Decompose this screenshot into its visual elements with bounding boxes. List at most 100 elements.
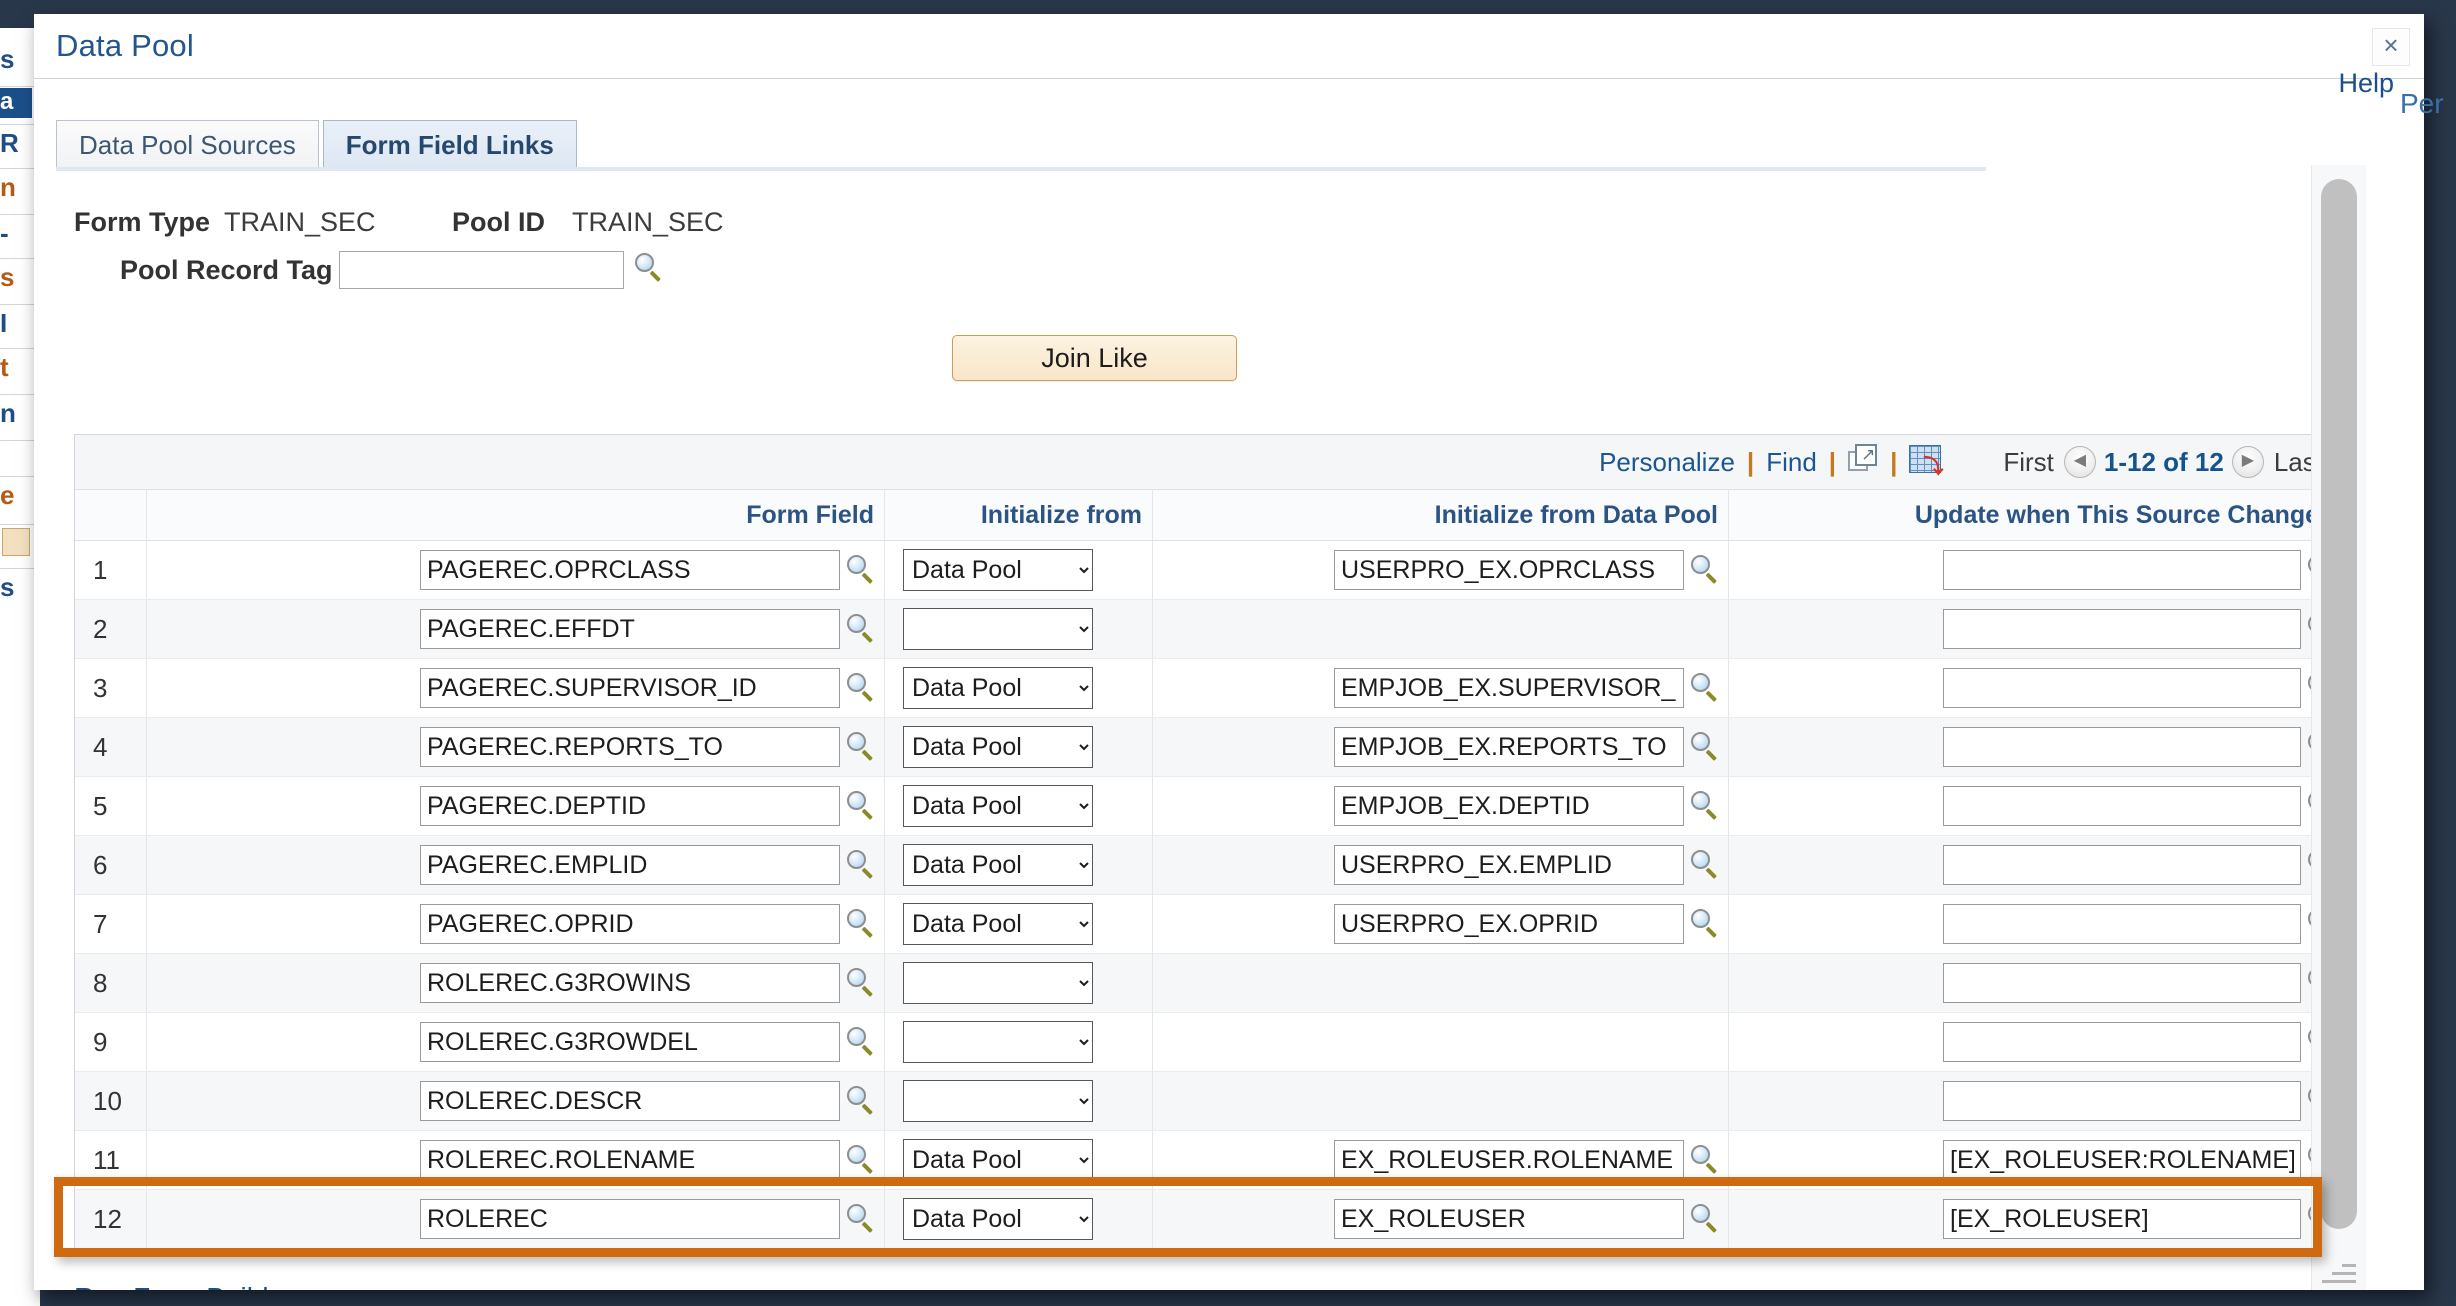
form-field-lookup-icon[interactable] xyxy=(846,732,876,762)
initialize-from-select[interactable]: Data Pool xyxy=(903,962,1093,1004)
initialize-from-data-pool-input[interactable] xyxy=(1334,727,1684,767)
initialize-from-data-pool-input[interactable] xyxy=(1334,1140,1684,1180)
form-field-lookup-icon[interactable] xyxy=(846,1204,876,1234)
column-header-form-field[interactable]: Form Field xyxy=(147,490,885,540)
run-form-build-link[interactable]: Run Form Build xyxy=(74,1282,269,1290)
modal-vertical-scrollbar[interactable] xyxy=(2311,165,2366,1290)
form-field-input[interactable] xyxy=(420,1022,840,1062)
form-field-input[interactable] xyxy=(420,609,840,649)
form-field-input[interactable] xyxy=(420,668,840,708)
table-row: 8 Data Pool xyxy=(75,954,2343,1013)
update-when-source-changes-input[interactable] xyxy=(1943,1081,2301,1121)
update-when-source-changes-input[interactable] xyxy=(1943,1022,2301,1062)
form-field-lookup-icon[interactable] xyxy=(846,1086,876,1116)
row-number: 5 xyxy=(75,777,147,835)
table-row: 1 Data Pool xyxy=(75,541,2343,600)
initialize-from-select[interactable]: Data Pool xyxy=(903,1198,1093,1240)
column-header-initialize-from[interactable]: Initialize from xyxy=(885,490,1153,540)
initialize-from-select[interactable]: Data Pool xyxy=(903,1021,1093,1063)
initialize-from-select[interactable]: Data Pool xyxy=(903,1139,1093,1181)
form-field-input[interactable] xyxy=(420,845,840,885)
initialize-from-data-pool-input[interactable] xyxy=(1334,550,1684,590)
download-to-spreadsheet-icon[interactable]: ⤵ xyxy=(1909,444,1943,480)
initialize-from-data-pool-lookup-icon[interactable] xyxy=(1690,909,1720,939)
expand-view-all-icon[interactable]: ↗ xyxy=(1848,443,1878,481)
tab-data-pool-sources[interactable]: Data Pool Sources xyxy=(56,120,319,169)
form-field-input[interactable] xyxy=(420,786,840,826)
initialize-from-data-pool-input[interactable] xyxy=(1334,668,1684,708)
update-when-source-changes-input[interactable] xyxy=(1943,550,2301,590)
initialize-from-select[interactable]: Data Pool xyxy=(903,549,1093,591)
update-when-source-changes-input[interactable] xyxy=(1943,1199,2301,1239)
update-when-source-changes-input[interactable] xyxy=(1943,904,2301,944)
initialize-from-select[interactable]: Data Pool xyxy=(903,667,1093,709)
form-field-input[interactable] xyxy=(420,1081,840,1121)
initialize-from-data-pool-input[interactable] xyxy=(1334,1199,1684,1239)
form-field-input[interactable] xyxy=(420,1199,840,1239)
form-field-lookup-icon[interactable] xyxy=(846,1027,876,1057)
initialize-from-select[interactable]: Data Pool xyxy=(903,785,1093,827)
initialize-from-select[interactable]: Data Pool xyxy=(903,726,1093,768)
update-when-source-changes-input[interactable] xyxy=(1943,786,2301,826)
initialize-from-data-pool-lookup-icon[interactable] xyxy=(1690,791,1720,821)
table-row: 5 Data Pool xyxy=(75,777,2343,836)
pool-record-tag-lookup-icon[interactable] xyxy=(634,253,664,283)
form-field-lookup-icon[interactable] xyxy=(846,850,876,880)
form-field-input[interactable] xyxy=(420,550,840,590)
column-header-row-number xyxy=(75,490,147,540)
update-when-source-changes-input[interactable] xyxy=(1943,845,2301,885)
resize-grip[interactable] xyxy=(2320,1260,2362,1286)
grid-header-row: Form Field Initialize from Initialize fr… xyxy=(75,490,2343,541)
join-like-button[interactable]: Join Like xyxy=(952,335,1237,381)
cell-form-field xyxy=(147,895,885,953)
close-icon[interactable]: × xyxy=(2372,28,2410,66)
form-field-lookup-icon[interactable] xyxy=(846,968,876,998)
next-page-icon[interactable]: ▶ xyxy=(2231,446,2264,478)
form-field-lookup-icon[interactable] xyxy=(846,791,876,821)
cell-form-field xyxy=(147,600,885,658)
personalize-link[interactable]: Personalize xyxy=(1591,447,1743,478)
update-when-source-changes-input[interactable] xyxy=(1943,609,2301,649)
form-field-lookup-icon[interactable] xyxy=(846,614,876,644)
pool-record-tag-input[interactable] xyxy=(339,251,624,289)
initialize-from-data-pool-lookup-icon[interactable] xyxy=(1690,673,1720,703)
initialize-from-select[interactable]: Data Pool xyxy=(903,608,1093,650)
cell-initialize-from-data-pool xyxy=(1153,1131,1729,1189)
initialize-from-data-pool-lookup-icon[interactable] xyxy=(1690,1145,1720,1175)
update-when-source-changes-input[interactable] xyxy=(1943,1140,2301,1180)
initialize-from-data-pool-lookup-icon[interactable] xyxy=(1690,732,1720,762)
update-when-source-changes-input[interactable] xyxy=(1943,727,2301,767)
initialize-from-data-pool-lookup-icon[interactable] xyxy=(1690,850,1720,880)
initialize-from-data-pool-input[interactable] xyxy=(1334,904,1684,944)
tab-form-field-links[interactable]: Form Field Links xyxy=(322,120,577,169)
cell-initialize-from: Data Pool xyxy=(885,600,1153,658)
initialize-from-select[interactable]: Data Pool xyxy=(903,1080,1093,1122)
initialize-from-select[interactable]: Data Pool xyxy=(903,844,1093,886)
initialize-from-data-pool-lookup-icon[interactable] xyxy=(1690,1204,1720,1234)
find-link[interactable]: Find xyxy=(1758,447,1825,478)
update-when-source-changes-input[interactable] xyxy=(1943,668,2301,708)
form-field-lookup-icon[interactable] xyxy=(846,1145,876,1175)
initialize-from-data-pool-input[interactable] xyxy=(1334,845,1684,885)
scrollbar-thumb[interactable] xyxy=(2321,179,2357,1229)
update-when-source-changes-input[interactable] xyxy=(1943,963,2301,1003)
form-field-lookup-icon[interactable] xyxy=(846,555,876,585)
first-page-link[interactable]: First xyxy=(1993,447,2064,478)
cell-form-field xyxy=(147,1131,885,1189)
previous-page-icon[interactable]: ◀ xyxy=(2063,446,2096,478)
form-field-input[interactable] xyxy=(420,727,840,767)
form-field-lookup-icon[interactable] xyxy=(846,673,876,703)
cell-initialize-from: Data Pool xyxy=(885,895,1153,953)
grid-toolbar: Personalize | Find | ↗ | ⤵ First ◀ 1-12 … xyxy=(75,435,2343,490)
column-header-initialize-from-data-pool[interactable]: Initialize from Data Pool xyxy=(1153,490,1729,540)
column-header-update-when-source-changes[interactable]: Update when This Source Changes xyxy=(1729,490,2343,540)
form-field-input[interactable] xyxy=(420,1140,840,1180)
initialize-from-data-pool-input[interactable] xyxy=(1334,786,1684,826)
help-link[interactable]: Help xyxy=(2338,68,2394,99)
initialize-from-select[interactable]: Data Pool xyxy=(903,903,1093,945)
form-field-lookup-icon[interactable] xyxy=(846,909,876,939)
cell-form-field xyxy=(147,541,885,599)
form-field-input[interactable] xyxy=(420,904,840,944)
form-field-input[interactable] xyxy=(420,963,840,1003)
initialize-from-data-pool-lookup-icon[interactable] xyxy=(1690,555,1720,585)
